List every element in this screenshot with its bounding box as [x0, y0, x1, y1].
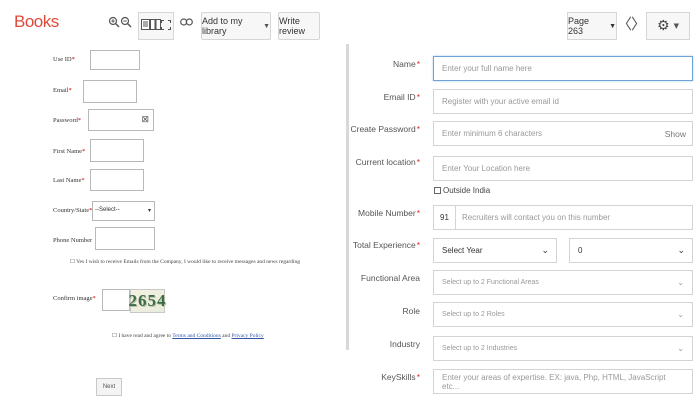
email-input[interactable]: Register with your active email id	[433, 89, 693, 114]
country-select: --Select-- ▾	[92, 201, 155, 221]
industry-label: Industry	[389, 339, 420, 349]
role-placeholder: Select up to 2 Roles	[442, 311, 505, 318]
show-password-button[interactable]: Show	[665, 129, 686, 139]
country-code[interactable]: 91	[433, 205, 455, 230]
password-field: ⊠	[88, 109, 154, 131]
name-placeholder: Enter your full name here	[442, 64, 532, 73]
agreement-text: ☐ I have read and agree to Terms and Con…	[112, 333, 264, 339]
chevron-down-icon: ⌄	[677, 278, 684, 287]
add-to-library-button[interactable]: Add to my library ▼	[201, 12, 271, 40]
captcha-input	[102, 289, 130, 311]
location-placeholder: Enter Your Location here	[442, 164, 531, 173]
form-label-password: Password*	[53, 117, 82, 124]
next-button-image: Next	[96, 378, 122, 396]
mobile-input[interactable]: Recruiters will contact you on this numb…	[455, 205, 693, 230]
role-label: Role	[402, 306, 420, 316]
role-select[interactable]: Select up to 2 Roles ⌄	[433, 302, 693, 327]
name-label: Name*	[393, 59, 420, 69]
chevron-right-icon[interactable]: 〉	[631, 13, 646, 34]
form-label-country: Country/State*	[53, 207, 93, 214]
write-review-label: Write review	[279, 16, 306, 36]
fullscreen-icon[interactable]	[161, 19, 171, 33]
phone-field	[95, 227, 155, 250]
lastname-field	[90, 169, 144, 191]
password-label: Create Password*	[350, 124, 420, 134]
toolbar: Books Add to my library ▼ Write review P…	[0, 0, 700, 46]
caret-down-icon: ▼	[263, 22, 270, 30]
industry-placeholder: Select up to 2 Industries	[442, 345, 518, 352]
link-icon[interactable]	[180, 13, 193, 31]
chevron-down-icon: ⌄	[677, 245, 685, 255]
page-selector[interactable]: Page 263 ▼	[567, 12, 617, 40]
keyskills-label: KeySkills*	[381, 372, 420, 382]
chevron-left-icon[interactable]: 〈	[617, 13, 632, 34]
chevron-down-icon: ⌄	[677, 310, 684, 319]
two-page-icon[interactable]	[150, 19, 161, 33]
experience-month-select[interactable]: 0 ⌄	[569, 238, 693, 263]
form-label-captcha: Confirm image*	[53, 295, 96, 302]
page-label: Page 263	[568, 16, 590, 36]
email-label: Email ID*	[383, 92, 420, 102]
outside-india-label: Outside India	[443, 186, 491, 195]
settings-button[interactable]: ⚙ ▼	[646, 12, 690, 40]
write-review-button[interactable]: Write review	[278, 12, 320, 40]
single-page-icon[interactable]	[141, 19, 150, 33]
functional-area-label: Functional Area	[360, 273, 420, 283]
terms-checkbox-text: ☐ Yes I wish to receive Emails from the …	[70, 259, 301, 265]
name-input[interactable]: Enter your full name here	[433, 56, 693, 81]
form-label-lastname: Last Name*	[53, 177, 85, 184]
form-label-firstname: First Name*	[53, 148, 86, 155]
book-page-image: Use ID* Email* Password* ⊠ First Name* L…	[40, 46, 340, 400]
outside-india-checkbox[interactable]: Outside India	[434, 186, 490, 195]
panel-divider	[346, 44, 349, 350]
checkbox-box[interactable]	[434, 187, 441, 194]
captcha-image: 2654	[129, 289, 166, 313]
gear-icon: ⚙	[657, 18, 670, 34]
password-placeholder: Enter minimum 6 characters	[442, 129, 543, 138]
caret-down-icon: ▼	[673, 22, 679, 30]
chevron-down-icon: ⌄	[677, 344, 684, 353]
zoom-out-icon[interactable]	[120, 13, 132, 31]
firstname-field	[90, 139, 144, 162]
mobile-placeholder: Recruiters will contact you on this numb…	[462, 213, 611, 222]
brand-logo[interactable]: Books	[14, 12, 59, 32]
form-label-phone: Phone Number	[53, 237, 93, 244]
zoom-in-icon[interactable]	[108, 13, 120, 31]
caret-down-icon: ▼	[609, 22, 616, 30]
location-label: Current location*	[355, 157, 420, 167]
view-mode-group	[138, 12, 174, 40]
chevron-down-icon: ⌄	[541, 245, 549, 255]
keyskills-placeholder: Enter your areas of expertise. EX: java,…	[442, 372, 666, 391]
experience-month-value: 0	[578, 246, 583, 255]
experience-label: Total Experience*	[352, 240, 420, 250]
location-input[interactable]: Enter Your Location here	[433, 156, 693, 181]
functional-area-select[interactable]: Select up to 2 Functional Areas ⌄	[433, 270, 693, 295]
keyskills-input[interactable]: Enter your areas of expertise. EX: java,…	[433, 369, 693, 394]
email-placeholder: Register with your active email id	[442, 97, 559, 106]
form-label-email: Email*	[53, 87, 72, 94]
password-input[interactable]: Enter minimum 6 characters Show	[433, 121, 693, 146]
userid-field	[90, 50, 140, 70]
form-label-userid: Use ID*	[53, 56, 75, 63]
mobile-label: Mobile Number*	[358, 208, 420, 218]
industry-select[interactable]: Select up to 2 Industries ⌄	[433, 336, 693, 361]
experience-year-value: Select Year	[442, 246, 483, 255]
add-to-library-label: Add to my library	[202, 16, 243, 36]
experience-year-select[interactable]: Select Year ⌄	[433, 238, 557, 263]
email-field	[83, 80, 137, 103]
functional-area-placeholder: Select up to 2 Functional Areas	[442, 279, 539, 286]
